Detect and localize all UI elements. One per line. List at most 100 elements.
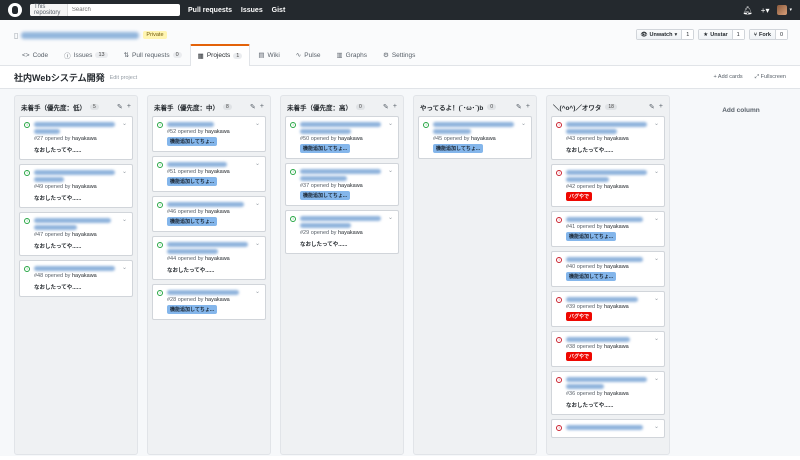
- card-title-blurred[interactable]: [300, 122, 385, 134]
- repo-name-blurred[interactable]: [21, 31, 140, 39]
- issue-number[interactable]: #38: [566, 344, 575, 350]
- author-link[interactable]: hayakawa: [471, 136, 496, 142]
- author-link[interactable]: hayakawa: [604, 304, 629, 310]
- feature-label[interactable]: 機能追加してちょ...: [300, 144, 351, 153]
- chevron-down-icon[interactable]: ⌄: [654, 168, 659, 175]
- watch-count[interactable]: 1: [681, 30, 694, 39]
- author-link[interactable]: hayakawa: [72, 184, 97, 190]
- issue-number[interactable]: #42: [566, 184, 575, 190]
- author-link[interactable]: hayakawa: [604, 264, 629, 270]
- tab-pull-requests[interactable]: ⇅ Pull requests 0: [116, 44, 190, 66]
- github-logo-icon[interactable]: [8, 3, 22, 17]
- tab-projects[interactable]: ▦ Projects 1: [189, 44, 251, 66]
- plus-icon[interactable]: +: [127, 103, 131, 111]
- issue-card[interactable]: ! ⌄ #39 opened by hayakawa バグやで: [551, 291, 665, 327]
- card-title-blurred[interactable]: [566, 377, 651, 389]
- pencil-icon[interactable]: ✎: [117, 103, 123, 111]
- nav-pull-requests[interactable]: Pull requests: [188, 7, 232, 14]
- issue-number[interactable]: #36: [566, 391, 575, 397]
- chevron-down-icon[interactable]: ⌄: [255, 120, 260, 127]
- card-title-blurred[interactable]: [566, 297, 651, 302]
- bell-icon[interactable]: 🔔︎: [743, 6, 753, 15]
- card-title-blurred[interactable]: [566, 217, 651, 222]
- card-title-blurred[interactable]: [167, 242, 252, 254]
- issue-card[interactable]: ! ⌄ #37 opened by hayakawa 機能追加してちょ...: [285, 163, 399, 206]
- issue-number[interactable]: #39: [566, 304, 575, 310]
- chevron-down-icon[interactable]: ⌄: [122, 168, 127, 175]
- card-title-blurred[interactable]: [566, 257, 651, 262]
- issue-card[interactable]: ! ⌄ #51 opened by hayakawa 機能追加してちょ...: [152, 156, 266, 192]
- feature-label[interactable]: 機能追加してちょ...: [433, 144, 484, 153]
- pencil-icon[interactable]: ✎: [250, 103, 256, 111]
- plus-dropdown-icon[interactable]: +▾: [761, 6, 770, 15]
- chevron-down-icon[interactable]: ⌄: [654, 120, 659, 127]
- chevron-down-icon[interactable]: ⌄: [654, 423, 659, 430]
- issue-card[interactable]: ! ⌄ #44 opened by hayakawa なおしたってや......: [152, 236, 266, 280]
- tab-settings[interactable]: ⚙︎ Settings: [375, 44, 423, 66]
- issue-number[interactable]: #50: [300, 136, 309, 142]
- chevron-down-icon[interactable]: ⌄: [388, 120, 393, 127]
- chevron-down-icon[interactable]: ⌄: [654, 375, 659, 382]
- card-title-blurred[interactable]: [34, 266, 119, 271]
- author-link[interactable]: hayakawa: [72, 232, 97, 238]
- author-link[interactable]: hayakawa: [72, 273, 97, 279]
- author-link[interactable]: hayakawa: [604, 184, 629, 190]
- unstar-button[interactable]: ★ Unstar: [699, 30, 732, 39]
- issue-card[interactable]: ! ⌄ #28 opened by hayakawa 機能追加してちょ...: [152, 284, 266, 320]
- card-title-blurred[interactable]: [34, 170, 119, 182]
- pencil-icon[interactable]: ✎: [649, 103, 655, 111]
- tab-wiki[interactable]: ▤ Wiki: [250, 44, 287, 66]
- issue-number[interactable]: #28: [167, 297, 176, 303]
- issue-card[interactable]: ! ⌄: [551, 419, 665, 438]
- feature-label[interactable]: 機能追加してちょ...: [566, 232, 617, 241]
- issue-number[interactable]: #37: [300, 183, 309, 189]
- unwatch-button[interactable]: 👁︎ Unwatch ▾: [636, 30, 682, 39]
- chevron-down-icon[interactable]: ⌄: [255, 240, 260, 247]
- card-title-blurred[interactable]: [34, 218, 119, 230]
- chevron-down-icon[interactable]: ⌄: [654, 335, 659, 342]
- card-title-blurred[interactable]: [34, 122, 119, 134]
- bug-label[interactable]: バグやで: [566, 192, 593, 201]
- issue-number[interactable]: #41: [566, 224, 575, 230]
- issue-number[interactable]: #52: [167, 129, 176, 135]
- issue-number[interactable]: #40: [566, 264, 575, 270]
- issue-card[interactable]: ! ⌄ #29 opened by hayakawa なおしたってや......: [285, 210, 399, 254]
- card-title-blurred[interactable]: [566, 425, 651, 430]
- author-link[interactable]: hayakawa: [205, 297, 230, 303]
- issue-number[interactable]: #45: [433, 136, 442, 142]
- author-link[interactable]: hayakawa: [604, 136, 629, 142]
- chevron-down-icon[interactable]: ⌄: [255, 160, 260, 167]
- chevron-down-icon[interactable]: ⌄: [388, 167, 393, 174]
- chevron-down-icon[interactable]: ⌄: [654, 295, 659, 302]
- issue-number[interactable]: #51: [167, 169, 176, 175]
- user-menu[interactable]: ▾: [777, 5, 792, 15]
- issue-card[interactable]: ! ⌄ #41 opened by hayakawa 機能追加してちょ...: [551, 211, 665, 247]
- star-count[interactable]: 1: [731, 30, 744, 39]
- feature-label[interactable]: 機能追加してちょ...: [566, 272, 617, 281]
- chevron-down-icon[interactable]: ⌄: [255, 288, 260, 295]
- chevron-down-icon[interactable]: ⌄: [122, 264, 127, 271]
- bug-label[interactable]: バグやで: [566, 312, 593, 321]
- nav-gist[interactable]: Gist: [272, 7, 286, 14]
- plus-icon[interactable]: +: [659, 103, 663, 111]
- tab-pulse[interactable]: ∿ Pulse: [288, 44, 329, 66]
- author-link[interactable]: hayakawa: [205, 209, 230, 215]
- fullscreen-button[interactable]: ⤢ Fullscreen: [755, 74, 786, 81]
- author-link[interactable]: hayakawa: [338, 183, 363, 189]
- chevron-down-icon[interactable]: ⌄: [122, 216, 127, 223]
- issue-card[interactable]: ! ⌄ #27 opened by hayakawa なおしたってや......: [19, 116, 133, 160]
- feature-label[interactable]: 機能追加してちょ...: [167, 217, 218, 226]
- edit-project-link[interactable]: Edit project: [110, 75, 138, 81]
- author-link[interactable]: hayakawa: [338, 230, 363, 236]
- issue-card[interactable]: ! ⌄ #49 opened by hayakawa なおしたってや......: [19, 164, 133, 208]
- chevron-down-icon[interactable]: ⌄: [255, 200, 260, 207]
- card-title-blurred[interactable]: [167, 162, 252, 167]
- issue-card[interactable]: ! ⌄ #48 opened by hayakawa なおしたってや......: [19, 260, 133, 297]
- issue-number[interactable]: #48: [34, 273, 43, 279]
- chevron-down-icon[interactable]: ⌄: [122, 120, 127, 127]
- issue-card[interactable]: ! ⌄ #38 opened by hayakawa バグやで: [551, 331, 665, 367]
- issue-card[interactable]: ! ⌄ #47 opened by hayakawa なおしたってや......: [19, 212, 133, 256]
- plus-icon[interactable]: +: [260, 103, 264, 111]
- issue-card[interactable]: ! ⌄ #36 opened by hayakawa なおしたってや......: [551, 371, 665, 415]
- tab-graphs[interactable]: ▥ Graphs: [329, 44, 375, 66]
